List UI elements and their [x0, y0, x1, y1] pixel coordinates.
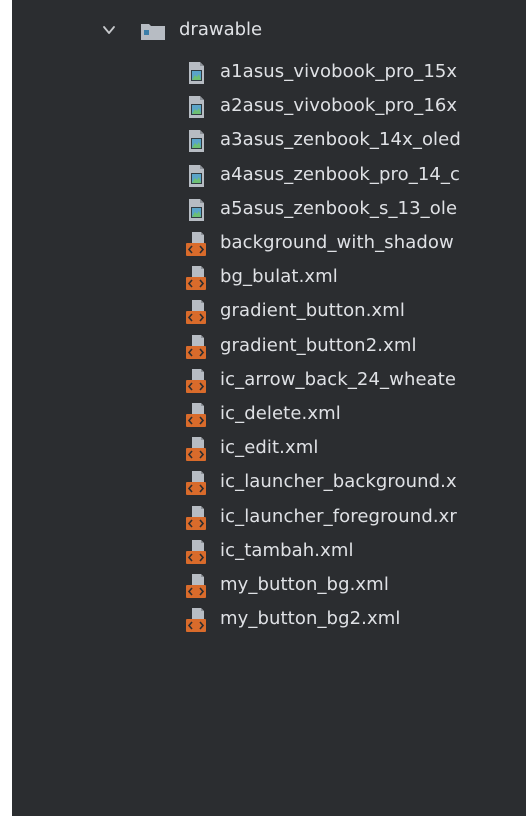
file-row[interactable]: ic_edit.xml: [12, 431, 526, 465]
file-row[interactable]: my_button_bg2.xml: [12, 602, 526, 636]
file-label: gradient_button.xml: [220, 300, 406, 321]
file-label: background_with_shadow: [220, 232, 454, 253]
xml-file-icon: [183, 505, 209, 531]
file-row[interactable]: a5asus_zenbook_s_13_ole: [12, 192, 526, 226]
file-row[interactable]: bg_bulat.xml: [12, 260, 526, 294]
file-row[interactable]: background_with_shadow: [12, 226, 526, 260]
file-label: my_button_bg.xml: [220, 574, 389, 595]
image-file-icon: [183, 128, 209, 154]
file-label: bg_bulat.xml: [220, 266, 338, 287]
file-row[interactable]: a1asus_vivobook_pro_15x: [12, 55, 526, 89]
file-label: ic_edit.xml: [220, 437, 319, 458]
file-row[interactable]: a4asus_zenbook_pro_14_c: [12, 158, 526, 192]
xml-file-icon: [183, 402, 209, 428]
xml-file-icon: [183, 470, 209, 496]
file-row[interactable]: ic_delete.xml: [12, 397, 526, 431]
xml-file-icon: [183, 368, 209, 394]
xml-file-icon: [183, 231, 209, 257]
xml-file-icon: [183, 573, 209, 599]
file-label: gradient_button2.xml: [220, 335, 417, 356]
file-row[interactable]: a3asus_zenbook_14x_oled: [12, 123, 526, 157]
file-label: a5asus_zenbook_s_13_ole: [220, 198, 458, 219]
file-label: ic_arrow_back_24_wheate: [220, 369, 457, 390]
image-file-icon: [183, 94, 209, 120]
file-label: ic_launcher_background.x: [220, 471, 457, 492]
file-label: ic_launcher_foreground.xr: [220, 506, 457, 527]
file-label: a1asus_vivobook_pro_15x: [220, 61, 458, 82]
folder-icon: [141, 24, 165, 40]
file-row[interactable]: my_button_bg.xml: [12, 568, 526, 602]
chevron-down-icon[interactable]: [102, 23, 116, 37]
file-row[interactable]: gradient_button.xml: [12, 294, 526, 328]
xml-file-icon: [183, 265, 209, 291]
xml-file-icon: [183, 299, 209, 325]
file-label: ic_delete.xml: [220, 403, 341, 424]
image-file-icon: [183, 163, 209, 189]
file-label: a3asus_zenbook_14x_oled: [220, 129, 461, 150]
file-row[interactable]: ic_tambah.xml: [12, 534, 526, 568]
folder-label: drawable: [179, 19, 263, 40]
image-file-icon: [183, 197, 209, 223]
file-row[interactable]: a2asus_vivobook_pro_16x: [12, 89, 526, 123]
file-label: a4asus_zenbook_pro_14_c: [220, 164, 461, 185]
file-row[interactable]: ic_arrow_back_24_wheate: [12, 363, 526, 397]
file-row[interactable]: ic_launcher_background.x: [12, 465, 526, 499]
xml-file-icon: [183, 436, 209, 462]
file-label: a2asus_vivobook_pro_16x: [220, 95, 458, 116]
xml-file-icon: [183, 607, 209, 633]
project-tree-panel: drawable a1asus_vivobook_pro_15x a2asus_v…: [12, 0, 526, 816]
file-row[interactable]: gradient_button2.xml: [12, 329, 526, 363]
xml-file-icon: [183, 539, 209, 565]
image-file-icon: [183, 60, 209, 86]
file-label: ic_tambah.xml: [220, 540, 354, 561]
folder-row-drawable[interactable]: drawable: [12, 13, 526, 47]
xml-file-icon: [183, 334, 209, 360]
file-row[interactable]: ic_launcher_foreground.xr: [12, 500, 526, 534]
file-label: my_button_bg2.xml: [220, 608, 401, 629]
